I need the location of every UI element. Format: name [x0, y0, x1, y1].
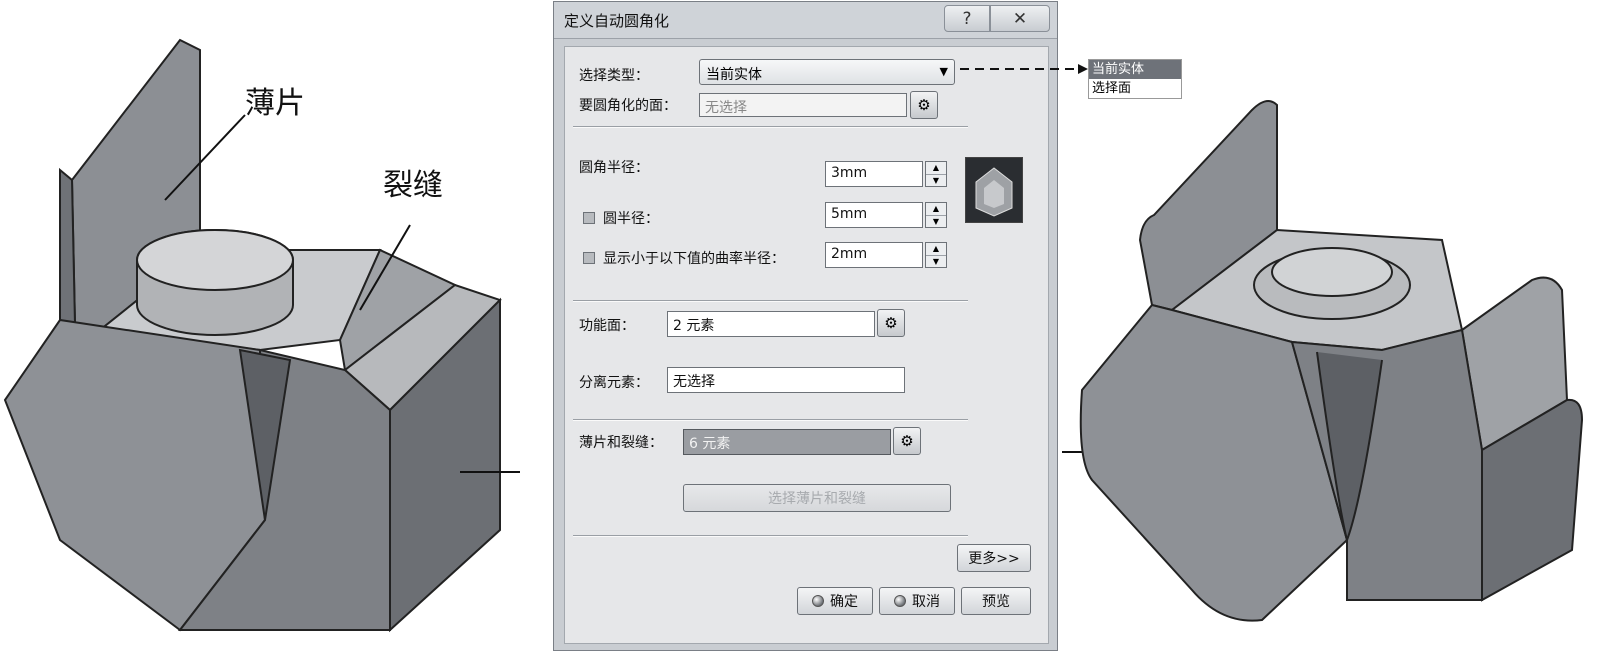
selection-type-combo[interactable]: 当前实体 ▼ [699, 59, 955, 85]
round-radius-label: 圆半径： [603, 211, 659, 227]
more-button[interactable]: 更多>> [957, 544, 1031, 572]
round-radius-spinner[interactable]: ▲ ▼ [925, 202, 947, 228]
select-thin-slot-button[interactable]: 选择薄片和裂缝 [683, 484, 951, 512]
right-part-model [1062, 80, 1613, 654]
curvature-checkbox[interactable] [583, 252, 595, 264]
separation-label: 分离元素： [579, 375, 649, 391]
selection-tool-icon: ⚙ [917, 96, 931, 114]
cancel-indicator-icon [894, 595, 906, 607]
separator-4 [573, 535, 968, 537]
close-icon: ✕ [1012, 8, 1028, 29]
ok-button[interactable]: 确定 [797, 587, 873, 615]
dropdown-pointer-arrow [960, 64, 1088, 74]
fillet-radius-spinner[interactable]: ▲ ▼ [925, 161, 947, 187]
dialog-titlebar: 定义自动圆角化 ? ✕ [554, 2, 1057, 39]
functional-pick-button[interactable]: ⚙ [877, 309, 905, 337]
cancel-button[interactable]: 取消 [879, 587, 955, 615]
curvature-spinner[interactable]: ▲ ▼ [925, 242, 947, 268]
separator-3 [573, 419, 968, 421]
dialog-title: 定义自动圆角化 [564, 12, 670, 30]
functional-faces-field[interactable]: 2 元素 [667, 311, 875, 337]
round-radius-input[interactable]: 5mm [825, 202, 923, 228]
curvature-label: 显示小于以下值的曲率半径： [603, 251, 785, 267]
close-button[interactable]: ✕ [990, 5, 1050, 32]
help-button[interactable]: ? [944, 5, 990, 32]
selection-type-label: 选择类型： [579, 68, 649, 84]
preview-button[interactable]: 预览 [961, 587, 1031, 615]
ok-label: 确定 [830, 594, 858, 610]
functional-faces-label: 功能面： [579, 318, 635, 334]
faces-pick-button[interactable]: ⚙ [910, 91, 938, 119]
curvature-input[interactable]: 2mm [825, 242, 923, 268]
selection-tool-icon: ⚙ [900, 432, 914, 450]
thin-wall-callout: 薄片 [245, 86, 305, 121]
selection-type-value: 当前实体 [706, 67, 762, 83]
fillet-preview-image [965, 157, 1023, 223]
thin-slot-field[interactable]: 6 元素 [683, 429, 891, 455]
help-icon: ? [962, 8, 972, 29]
fillet-radius-label: 圆角半径： [579, 160, 649, 176]
ok-indicator-icon [812, 595, 824, 607]
cancel-label: 取消 [912, 594, 940, 610]
fillet-radius-input[interactable]: 3mm [825, 161, 923, 187]
separator-1 [573, 126, 968, 128]
auto-fillet-dialog: 定义自动圆角化 ? ✕ 选择类型： 当前实体 ▼ 要圆角化的面： 无选择 ⚙ 圆… [553, 1, 1058, 651]
dialog-body: 选择类型： 当前实体 ▼ 要圆角化的面： 无选择 ⚙ 圆角半径： 3mm ▲ ▼ … [564, 46, 1049, 644]
thin-slot-label: 薄片和裂缝： [579, 435, 663, 451]
separator-2 [573, 300, 968, 302]
separation-field[interactable]: 无选择 [667, 367, 905, 393]
selection-tool-icon: ⚙ [884, 314, 898, 332]
round-radius-checkbox[interactable] [583, 212, 595, 224]
slot-callout: 裂缝 [383, 168, 443, 203]
faces-label: 要圆角化的面： [579, 98, 677, 114]
thin-slot-pick-button[interactable]: ⚙ [893, 427, 921, 455]
dropdown-option-current-body[interactable]: 当前实体 [1089, 60, 1181, 79]
chevron-down-icon: ▼ [939, 65, 948, 78]
faces-field[interactable]: 无选择 [699, 93, 907, 117]
